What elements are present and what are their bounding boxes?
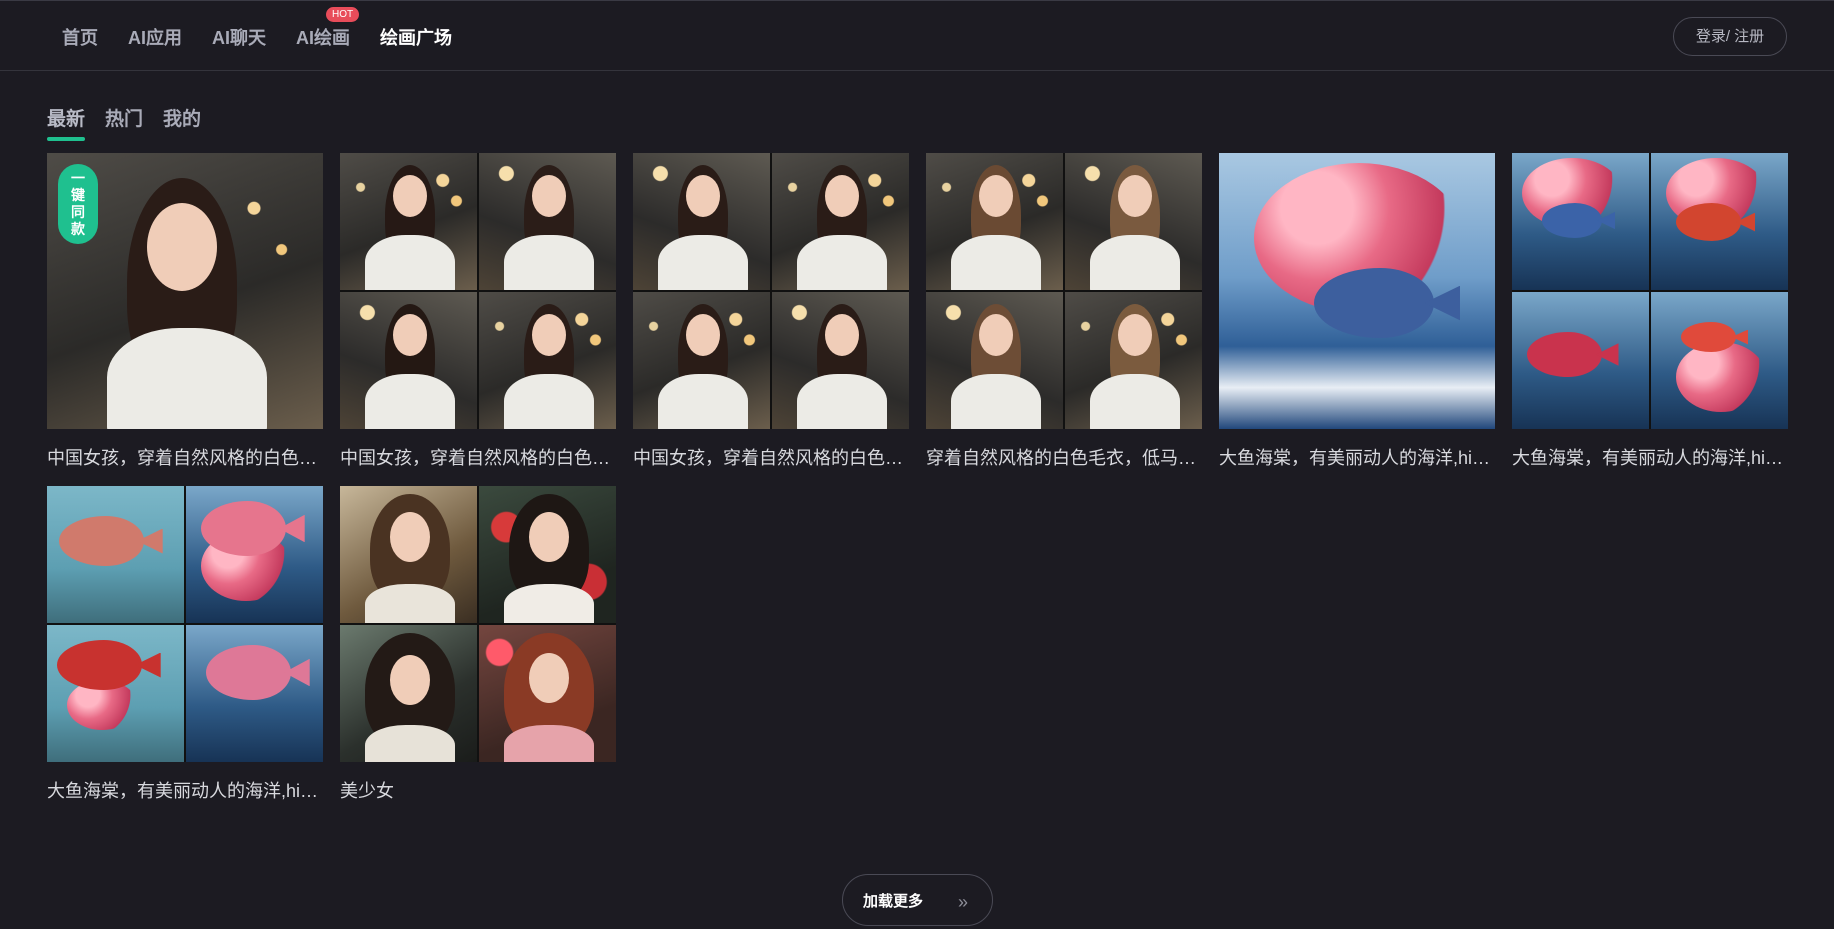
portrait-image — [926, 292, 1063, 429]
gallery-card[interactable]: 美少女 — [340, 486, 616, 803]
gallery-card[interactable]: 一 键 同 款 中国女孩，穿着自然风格的白色毛... — [47, 153, 323, 470]
tab-hot[interactable]: 热门 — [105, 104, 143, 139]
gallery-card[interactable]: 中国女孩，穿着自然风格的白色毛... — [633, 153, 909, 470]
card-caption: 大鱼海棠，有美丽动人的海洋,hig... — [1512, 448, 1788, 468]
nav-item-drawing-square[interactable]: 绘画广场 — [380, 24, 452, 50]
portrait-image — [633, 292, 770, 429]
gallery-tabs: 最新 热门 我的 — [47, 104, 221, 141]
fish-artwork-image — [1512, 292, 1649, 429]
gallery-thumbnail[interactable] — [633, 153, 909, 429]
fish-artwork-image — [186, 625, 323, 762]
card-caption: 美少女 — [340, 781, 394, 801]
gallery-thumbnail[interactable] — [926, 153, 1202, 429]
card-caption: 大鱼海棠，有美丽动人的海洋,hig... — [47, 781, 323, 801]
painted-portrait-image — [479, 486, 616, 623]
nav-item-home[interactable]: 首页 — [62, 24, 98, 50]
gallery-card[interactable]: 大鱼海棠，有美丽动人的海洋,hig... — [47, 486, 323, 803]
gallery-thumbnail[interactable] — [1512, 153, 1788, 429]
card-caption: 中国女孩，穿着自然风格的白色毛... — [633, 448, 909, 468]
portrait-image — [633, 153, 770, 290]
card-caption: 中国女孩，穿着自然风格的白色毛... — [340, 448, 616, 468]
painted-portrait-image — [479, 625, 616, 762]
portrait-image — [479, 153, 616, 290]
nav-item-ai-drawing-label: AI绘画 — [296, 27, 350, 48]
portrait-image — [926, 153, 1063, 290]
gallery-thumbnail[interactable]: 一 键 同 款 — [47, 153, 323, 429]
main-nav: 首页 AI应用 AI聊天 AI绘画 HOT 绘画广场 — [62, 1, 482, 72]
painted-portrait-image — [340, 625, 477, 762]
fish-artwork-image — [1651, 153, 1788, 290]
tab-latest[interactable]: 最新 — [47, 104, 86, 141]
hot-badge: HOT — [326, 6, 360, 22]
gallery-thumbnail[interactable] — [1219, 153, 1495, 429]
fish-artwork-image — [186, 486, 323, 623]
portrait-image — [479, 292, 616, 429]
same-style-button[interactable]: 一 键 同 款 — [58, 164, 98, 244]
card-caption: 大鱼海棠，有美丽动人的海洋,hig... — [1219, 448, 1495, 468]
nav-item-ai-apps[interactable]: AI应用 — [128, 24, 182, 50]
load-more-button[interactable]: 加载更多 » — [842, 874, 993, 926]
painted-portrait-image — [340, 486, 477, 623]
nav-item-ai-drawing[interactable]: AI绘画 HOT — [296, 6, 360, 50]
portrait-image — [340, 292, 477, 429]
gallery-card[interactable]: 中国女孩，穿着自然风格的白色毛... — [340, 153, 616, 470]
portrait-image — [1065, 292, 1202, 429]
fish-artwork-image — [1651, 292, 1788, 429]
gallery-thumbnail[interactable] — [340, 486, 616, 762]
fish-artwork-image — [47, 486, 184, 623]
tab-mine[interactable]: 我的 — [163, 104, 201, 139]
fish-artwork-image — [1512, 153, 1649, 290]
portrait-image — [772, 153, 909, 290]
nav-item-ai-chat[interactable]: AI聊天 — [212, 24, 266, 50]
gallery-thumbnail[interactable] — [47, 486, 323, 762]
portrait-image — [772, 292, 909, 429]
gallery-card[interactable]: 大鱼海棠，有美丽动人的海洋,hig... — [1219, 153, 1495, 470]
portrait-image — [340, 153, 477, 290]
gallery-card[interactable]: 穿着自然风格的白色毛衣，低马尾... — [926, 153, 1202, 470]
fish-artwork-image — [1219, 153, 1495, 429]
card-caption: 中国女孩，穿着自然风格的白色毛... — [47, 448, 323, 468]
portrait-image — [1065, 153, 1202, 290]
gallery-card[interactable]: 大鱼海棠，有美丽动人的海洋,hig... — [1512, 153, 1788, 470]
top-navigation-bar: 首页 AI应用 AI聊天 AI绘画 HOT 绘画广场 登录/ 注册 — [0, 0, 1834, 71]
double-chevron-right-icon: » — [957, 892, 968, 912]
fish-artwork-image — [47, 625, 184, 762]
card-caption: 穿着自然风格的白色毛衣，低马尾... — [926, 448, 1202, 468]
login-register-button[interactable]: 登录/ 注册 — [1673, 17, 1787, 56]
load-more-label: 加载更多 — [863, 893, 924, 910]
gallery-thumbnail[interactable] — [340, 153, 616, 429]
